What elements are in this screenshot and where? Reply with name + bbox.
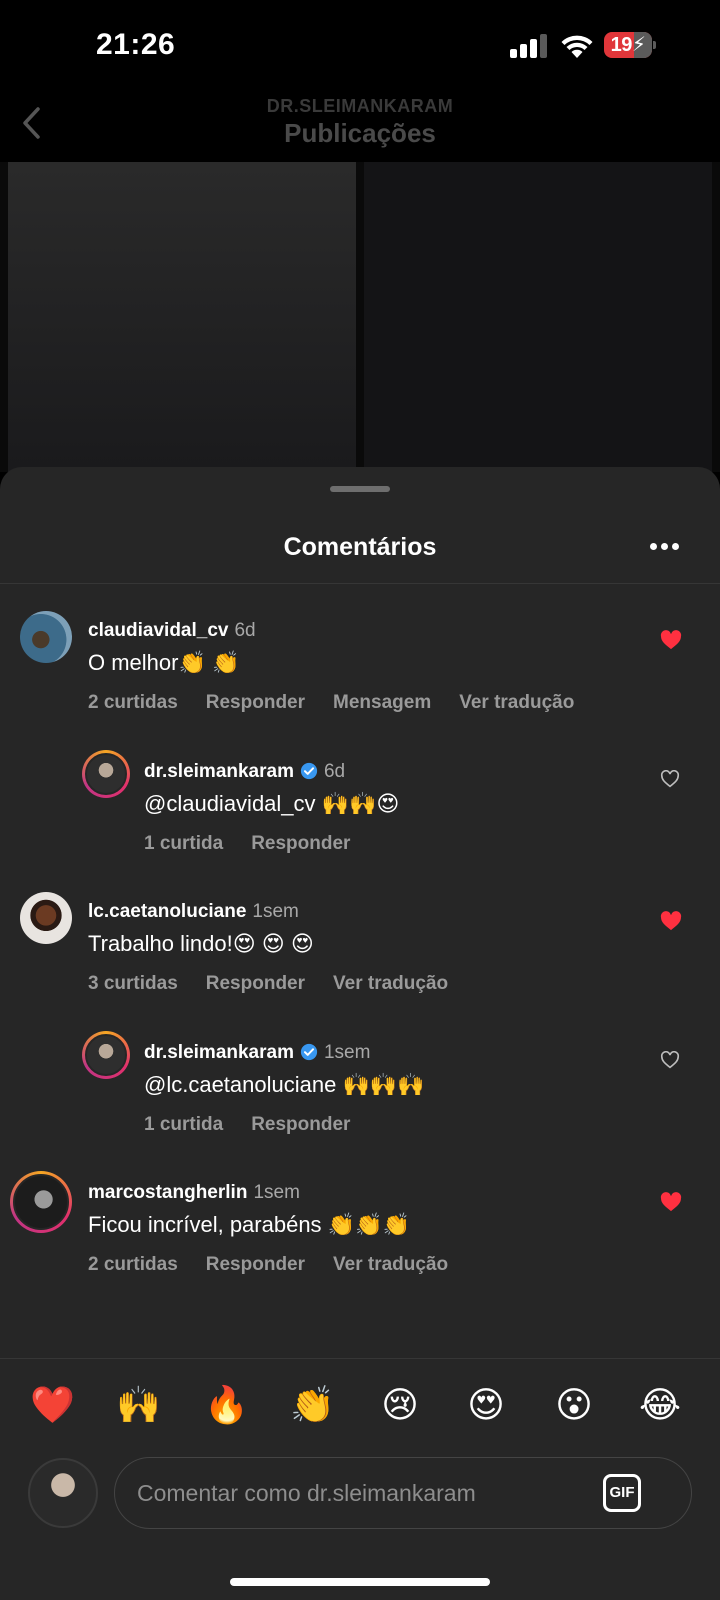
comment-username[interactable]: marcostangherlin — [88, 1182, 247, 1203]
comment-time: 6d — [323, 761, 346, 782]
comment-item: claudiavidal_cv 6d O melhor👏 👏 2 curtidas… — [0, 611, 720, 750]
my-avatar — [28, 1458, 98, 1528]
emoji-fire-button[interactable]: 🔥 — [204, 1384, 249, 1428]
likes-count[interactable]: 1 curtida — [144, 833, 223, 854]
comment-input[interactable]: Comentar como dr.sleimankaram GIF — [114, 1457, 692, 1529]
comment-actions: 1 curtida Responder — [144, 833, 378, 855]
battery-icon: 19⚡ — [604, 32, 656, 58]
emoji-laughing-button[interactable]: 😂 — [638, 1384, 682, 1428]
comment-time: 6d — [234, 620, 256, 641]
comment-username[interactable]: lc.caetanoluciane — [88, 901, 246, 922]
emoji-clap-button[interactable]: 👏 — [290, 1384, 335, 1428]
translate-button[interactable]: Ver tradução — [459, 692, 574, 713]
comment-username[interactable]: claudiavidal_cv — [88, 620, 228, 641]
emoji-bar-divider — [0, 1358, 720, 1359]
post-image-right — [364, 162, 712, 472]
sheet-title: Comentários — [283, 533, 437, 561]
heart-outline-icon[interactable] — [660, 1051, 680, 1069]
comment-item: lc.caetanoluciane 1sem Trabalho lindo!😍 😍… — [0, 892, 720, 1031]
home-indicator[interactable] — [230, 1578, 490, 1586]
status-time: 21:26 — [96, 28, 176, 61]
comment-item: marcostangherlin 1sem Ficou incrível, par… — [0, 1171, 720, 1312]
comment-header: claudiavidal_cv 6d — [88, 620, 256, 642]
comment-username[interactable]: dr.sleimankaram — [144, 1042, 294, 1063]
likes-count[interactable]: 1 curtida — [144, 1114, 223, 1135]
heart-outline-icon[interactable] — [660, 770, 680, 788]
comment-actions: 2 curtidas Responder Ver tradução — [88, 1254, 476, 1276]
comment-header: dr.sleimankaram 6d — [144, 761, 345, 783]
likes-count[interactable]: 2 curtidas — [88, 1254, 178, 1275]
avatar[interactable] — [20, 611, 72, 663]
comment-time: 1sem — [253, 1182, 300, 1203]
avatar[interactable] — [82, 750, 130, 798]
translate-button[interactable]: Ver tradução — [333, 973, 448, 994]
status-bar: 21:26 19⚡ — [0, 0, 720, 90]
avatar[interactable] — [82, 1031, 130, 1079]
page-title: Publicações — [284, 118, 436, 148]
comment-text: Trabalho lindo!😍 😍 😍 — [88, 931, 314, 956]
verified-badge-icon — [300, 762, 318, 780]
heart-filled-icon[interactable] — [660, 630, 682, 650]
comment-text: @lc.caetanoluciane 🙌🙌🙌 — [144, 1072, 425, 1097]
heart-filled-icon[interactable] — [660, 911, 682, 931]
comment-actions: 1 curtida Responder — [144, 1114, 378, 1136]
reply-button[interactable]: Responder — [251, 1114, 350, 1135]
reply-button[interactable]: Responder — [206, 692, 305, 713]
more-options-icon[interactable] — [650, 543, 680, 551]
comment-time: 1sem — [252, 901, 299, 922]
comment-text: @claudiavidal_cv 🙌🙌😍 — [144, 791, 400, 816]
gif-button[interactable]: GIF — [603, 1474, 641, 1512]
translate-button[interactable]: Ver tradução — [333, 1254, 448, 1275]
post-image — [0, 162, 720, 472]
battery-level: 19⚡ — [610, 34, 646, 56]
reply-button[interactable]: Responder — [251, 833, 350, 854]
sheet-grabber[interactable] — [330, 486, 390, 492]
emoji-heart-eyes-button[interactable]: 😍 — [464, 1384, 508, 1428]
comment-text: O melhor👏 👏 — [88, 650, 240, 675]
post-image-left — [8, 162, 356, 472]
emoji-heart-button[interactable]: ❤️ — [30, 1384, 75, 1428]
comment-time: 1sem — [323, 1042, 371, 1063]
nav-header: DR.SLEIMANKARAM Publicações — [0, 90, 720, 162]
comment-header: marcostangherlin 1sem — [88, 1182, 300, 1204]
comment-reply-item: dr.sleimankaram 1sem @lc.caetanoluciane 🙌… — [0, 1031, 720, 1172]
cellular-signal-icon — [510, 34, 548, 58]
divider — [0, 583, 720, 584]
comment-actions: 3 curtidas Responder Ver tradução — [88, 973, 476, 995]
comment-text: Ficou incrível, parabéns 👏👏👏 — [88, 1212, 410, 1237]
comment-username[interactable]: dr.sleimankaram — [144, 761, 294, 782]
likes-count[interactable]: 3 curtidas — [88, 973, 178, 994]
message-button[interactable]: Mensagem — [333, 692, 431, 713]
reply-button[interactable]: Responder — [206, 1254, 305, 1275]
emoji-surprised-button[interactable]: 😮 — [552, 1384, 596, 1428]
comment-reply-item: dr.sleimankaram 6d @claudiavidal_cv 🙌🙌😍 1… — [0, 750, 720, 891]
likes-count[interactable]: 2 curtidas — [88, 692, 178, 713]
avatar[interactable] — [10, 1171, 72, 1233]
heart-filled-icon[interactable] — [660, 1192, 682, 1212]
comment-header: lc.caetanoluciane 1sem — [88, 901, 299, 923]
emoji-raised-hands-button[interactable]: 🙌 — [116, 1384, 161, 1428]
verified-badge-icon — [300, 1043, 318, 1061]
avatar[interactable] — [20, 892, 72, 944]
reply-button[interactable]: Responder — [206, 973, 305, 994]
account-name: DR.SLEIMANKARAM — [266, 96, 454, 116]
comment-actions: 2 curtidas Responder Mensagem Ver tradução — [88, 692, 602, 714]
comment-input-placeholder[interactable]: Comentar como dr.sleimankaram — [137, 1480, 476, 1507]
wifi-icon — [561, 35, 593, 58]
emoji-crying-button[interactable]: 😢 — [378, 1384, 422, 1428]
comment-header: dr.sleimankaram 1sem — [144, 1042, 370, 1064]
